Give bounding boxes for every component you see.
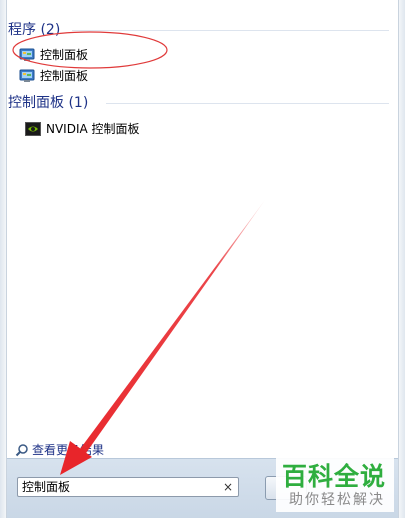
nvidia-icon [25,121,41,137]
result-label: 控制面板 [40,69,89,83]
result-control-panel-2[interactable]: 控制面板 [19,66,88,86]
see-more-label: 查看更多结果 [32,443,105,457]
control-panel-icon [19,68,35,84]
see-more-results-link[interactable]: 查看更多结果 [15,441,104,458]
clear-search-icon[interactable]: × [223,478,233,496]
result-nvidia-control-panel[interactable]: NVIDIA 控制面板 [25,119,140,139]
search-input[interactable]: 控制面板 × [17,477,239,497]
group-header-label: 控制面板 (1) [8,95,89,111]
group-header-label: 程序 (2) [8,22,61,38]
result-label: NVIDIA 控制面板 [46,122,140,136]
group-header-programs: 程序 (2) [8,20,60,40]
control-panel-icon [19,47,35,63]
search-input-value: 控制面板 [22,480,71,494]
watermark-logo-text: 百科全说 [282,462,387,491]
window-frame-left [0,0,7,518]
search-icon [15,443,29,457]
group-header-control-panel: 控制面板 (1) [8,93,88,113]
result-control-panel-1[interactable]: 控制面板 [19,45,88,65]
result-label: 控制面板 [40,48,89,62]
start-menu-search-panel: 程序 (2) 控制面板 控制面板 控制面板 (1) NVIDIA 控制面板 查看… [0,0,405,518]
group-divider [106,103,389,104]
group-divider [72,30,389,31]
watermark-slogan: 助你轻松解决 [289,492,385,508]
window-frame-right [398,0,405,518]
